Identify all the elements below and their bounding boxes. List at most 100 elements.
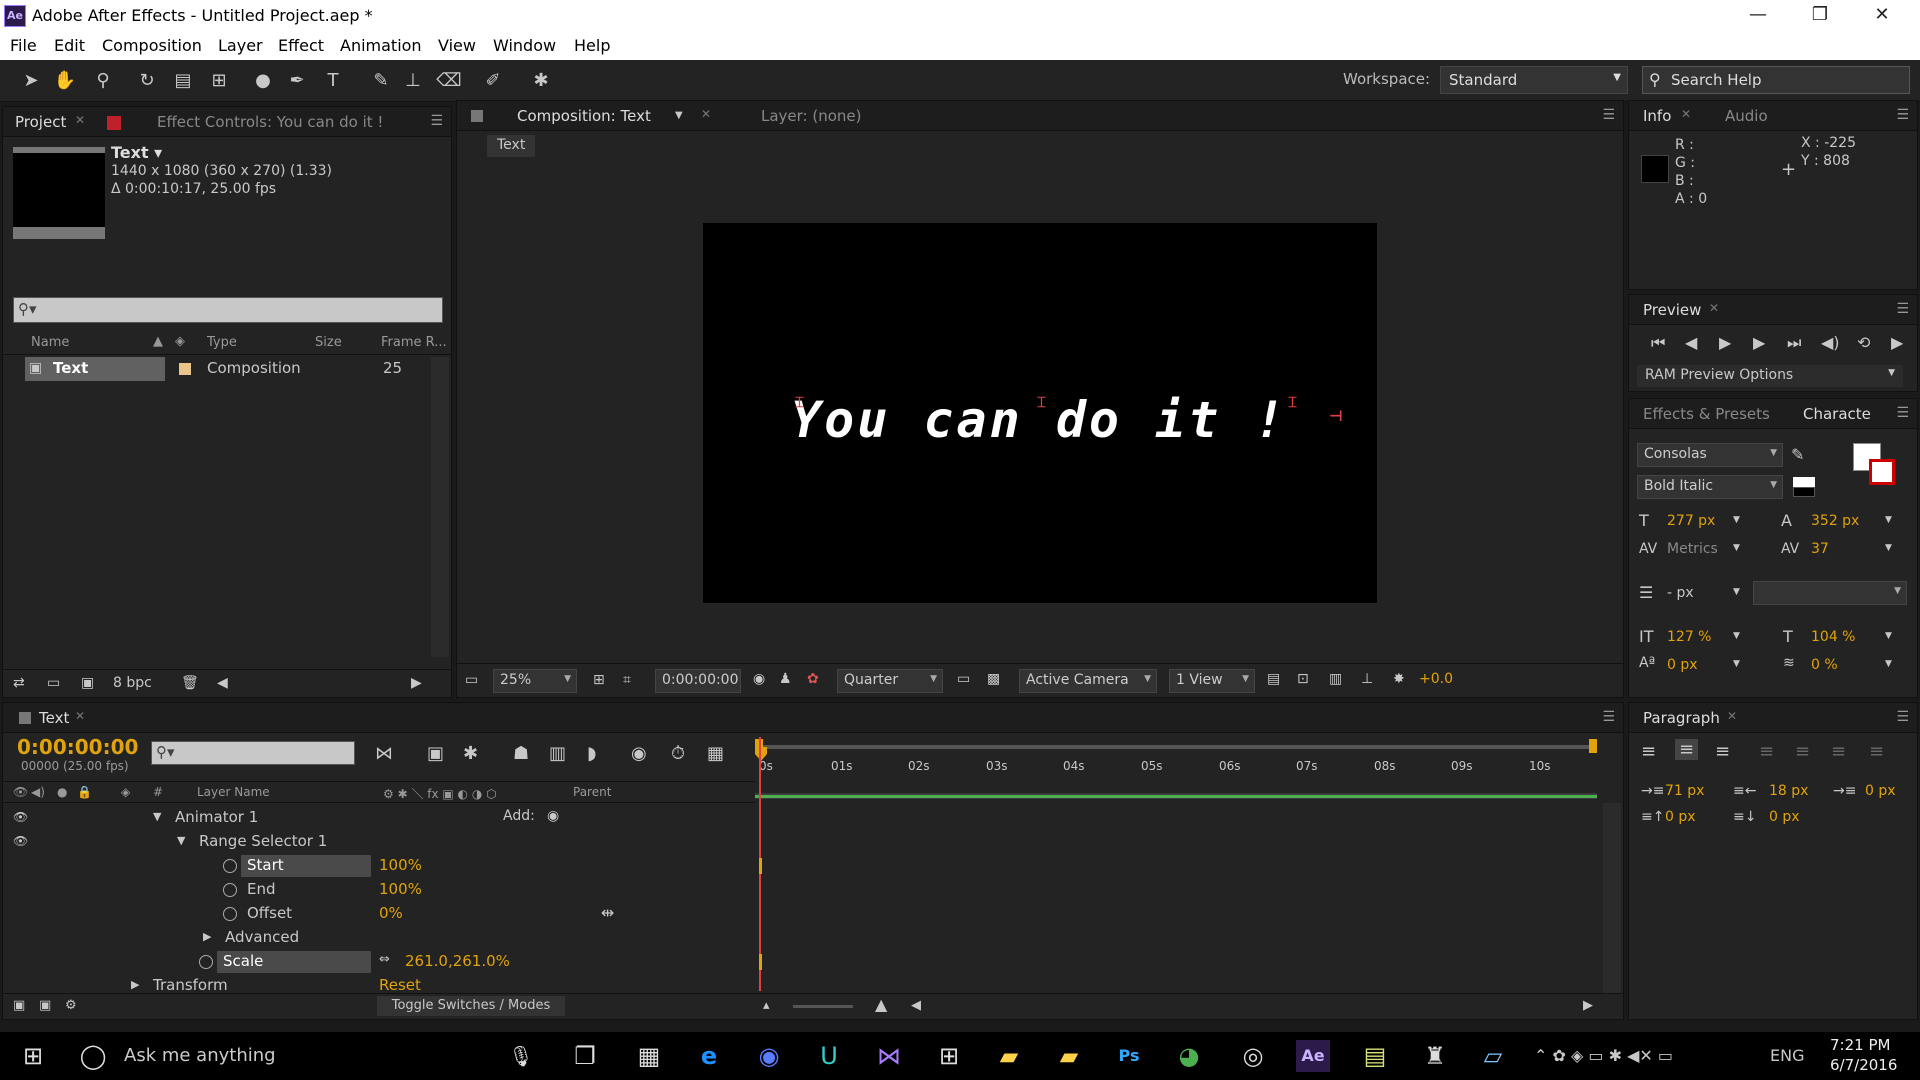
camera-tool-icon[interactable]: ▤ xyxy=(170,68,196,94)
snapshot-icon[interactable]: ◉ xyxy=(753,671,765,687)
audio-icon[interactable]: ◀) xyxy=(31,785,45,799)
transparency-grid-icon[interactable]: ▩ xyxy=(987,671,1000,687)
timeline-row-scale[interactable]: Scale ⇔ 261.0,261.0% xyxy=(3,951,1623,975)
trash-icon[interactable]: 🗑 xyxy=(181,675,199,691)
show-snapshot-icon[interactable]: ♟ xyxy=(779,671,792,687)
graph-editor-icon[interactable]: ▦ xyxy=(707,743,724,764)
resolution-select[interactable]: Quarter ▼ xyxy=(837,669,943,693)
search-help-input[interactable]: ⚲ Search Help xyxy=(1642,66,1910,94)
tab-character[interactable]: Characte xyxy=(1803,405,1871,423)
toggle-layer-switches-icon[interactable]: ▣ xyxy=(13,998,25,1013)
motion-blur-icon[interactable]: ◗ xyxy=(587,743,596,764)
eyedropper-icon[interactable]: ✎ xyxy=(1791,445,1804,464)
tab-composition[interactable]: Composition: Text xyxy=(517,107,651,125)
chevron-down-icon[interactable]: ▼ xyxy=(1885,515,1892,525)
microphone-icon[interactable]: 🎙 xyxy=(504,1040,538,1072)
tab-paragraph[interactable]: Paragraph xyxy=(1643,709,1720,727)
zoom-slider[interactable] xyxy=(793,1005,853,1008)
ram-preview-icon[interactable]: ▶ xyxy=(1891,333,1903,352)
zoom-in-icon[interactable]: ▲ xyxy=(875,995,887,1014)
menu-view[interactable]: View xyxy=(438,36,476,55)
col-type[interactable]: Type xyxy=(207,335,237,350)
cortana-icon[interactable]: ◯ xyxy=(76,1040,110,1072)
camera-select[interactable]: Active Camera ▼ xyxy=(1019,669,1157,693)
align-right-icon[interactable]: ≡ xyxy=(1715,741,1730,762)
col-frame-rate[interactable]: Frame R... xyxy=(381,335,447,350)
timeline-row-start[interactable]: Start 100% xyxy=(3,855,1623,879)
puppet-tool-icon[interactable]: ✱ xyxy=(528,68,554,94)
tab-layer[interactable]: Layer: (none) xyxy=(761,107,862,125)
file-explorer-icon[interactable]: ▰ xyxy=(1052,1040,1086,1072)
stopwatch-icon[interactable] xyxy=(223,883,237,897)
justify-right-icon[interactable]: ≡ xyxy=(1831,741,1846,762)
space-before-value[interactable]: 0 px xyxy=(1665,809,1696,825)
views-select[interactable]: 1 View ▼ xyxy=(1169,669,1255,693)
stopwatch-icon[interactable] xyxy=(223,859,237,873)
audio-icon[interactable]: ◀) xyxy=(1821,333,1840,352)
panel-menu-icon[interactable]: ☰ xyxy=(1896,301,1909,317)
chevron-down-icon[interactable]: ▼ xyxy=(1733,587,1740,597)
tab-timeline-text[interactable]: Text xyxy=(39,709,69,727)
row-value[interactable]: 261.0,261.0% xyxy=(405,952,510,970)
frame-blending-icon[interactable]: ▥ xyxy=(549,743,566,764)
selection-tool-icon[interactable]: ➤ xyxy=(18,68,44,94)
magnification-icon[interactable]: ▭ xyxy=(465,672,478,688)
current-time-field[interactable]: 0:00:00:00 xyxy=(655,669,741,693)
expand-arrow-icon[interactable]: ▶ xyxy=(203,930,211,943)
draft-3d-icon[interactable]: ✱ xyxy=(463,743,478,764)
next-frame-icon[interactable]: ▶ xyxy=(1753,333,1765,352)
tab-preview[interactable]: Preview xyxy=(1643,301,1701,319)
language-indicator[interactable]: ENG xyxy=(1770,1046,1804,1065)
menu-composition[interactable]: Composition xyxy=(102,36,202,55)
work-area-bar[interactable] xyxy=(755,793,1597,799)
scroll-left-icon[interactable]: ◀ xyxy=(217,675,228,691)
chevron-down-icon[interactable]: ▼ xyxy=(675,110,683,121)
font-style-select[interactable]: Bold Italic ▼ xyxy=(1637,475,1783,499)
tab-project[interactable]: Project xyxy=(15,113,66,131)
taskbar-time[interactable]: 7:21 PM xyxy=(1830,1036,1890,1054)
justify-all-icon[interactable]: ≡ xyxy=(1869,741,1884,762)
black-swatch[interactable] xyxy=(1793,487,1815,497)
loop-icon[interactable]: ⟲ xyxy=(1857,333,1870,352)
lock-icon[interactable]: 🔒 xyxy=(77,785,92,799)
stroke-color-swatch[interactable] xyxy=(1869,459,1895,485)
vertical-scale-value[interactable]: 127 % xyxy=(1667,629,1711,645)
menu-help[interactable]: Help xyxy=(574,36,610,55)
close-icon[interactable]: ✕ xyxy=(701,107,711,121)
tab-info[interactable]: Info xyxy=(1643,107,1671,125)
menu-layer[interactable]: Layer xyxy=(218,36,263,55)
close-icon[interactable]: ✕ xyxy=(1727,709,1737,723)
maximize-button[interactable]: ❐ xyxy=(1789,0,1851,32)
toggle-pixel-aspect-icon[interactable]: ▤ xyxy=(1267,671,1280,687)
scroll-left-icon[interactable]: ◀ xyxy=(911,998,921,1013)
chevron-down-icon[interactable]: ▼ xyxy=(1733,515,1740,525)
first-frame-icon[interactable]: ⏮ xyxy=(1651,333,1665,353)
zoom-select[interactable]: 25% ▼ xyxy=(493,669,577,693)
row-value[interactable]: 0% xyxy=(379,904,403,922)
expand-arrow-icon[interactable]: ▼ xyxy=(153,810,161,823)
panel-menu-icon[interactable]: ☰ xyxy=(1896,709,1909,725)
flowchart-icon[interactable]: ⊥ xyxy=(1361,671,1373,687)
horizontal-scale-value[interactable]: 104 % xyxy=(1811,629,1855,645)
clone-stamp-tool-icon[interactable]: ⊥ xyxy=(400,68,426,94)
workspace-select[interactable]: Standard ▼ xyxy=(1440,66,1628,94)
rotate-tool-icon[interactable]: ↻ xyxy=(134,68,160,94)
col-parent[interactable]: Parent xyxy=(573,785,611,799)
project-scrollbar[interactable] xyxy=(431,357,449,657)
previous-frame-icon[interactable]: ◀ xyxy=(1685,333,1697,352)
pan-behind-tool-icon[interactable]: ⊞ xyxy=(206,68,232,94)
notes-icon[interactable]: ▱ xyxy=(1476,1040,1510,1072)
interpret-footage-icon[interactable]: ⇄ xyxy=(13,675,25,691)
photoshop-icon[interactable]: Ps xyxy=(1112,1040,1146,1072)
col-name[interactable]: Name xyxy=(31,335,69,350)
tab-audio[interactable]: Audio xyxy=(1725,107,1768,125)
chrome-icon[interactable]: ◕ xyxy=(1172,1040,1206,1072)
chevron-down-icon[interactable]: ▼ xyxy=(1733,659,1740,669)
menu-edit[interactable]: Edit xyxy=(54,36,85,55)
pen-tool-icon[interactable]: ✒ xyxy=(284,68,310,94)
close-icon[interactable]: ✕ xyxy=(1709,301,1719,315)
baseline-shift-value[interactable]: 0 px xyxy=(1667,657,1698,673)
minimize-button[interactable]: — xyxy=(1727,0,1789,32)
hide-shy-layers-icon[interactable]: ☗ xyxy=(513,743,529,764)
lock-icon[interactable] xyxy=(471,110,483,122)
